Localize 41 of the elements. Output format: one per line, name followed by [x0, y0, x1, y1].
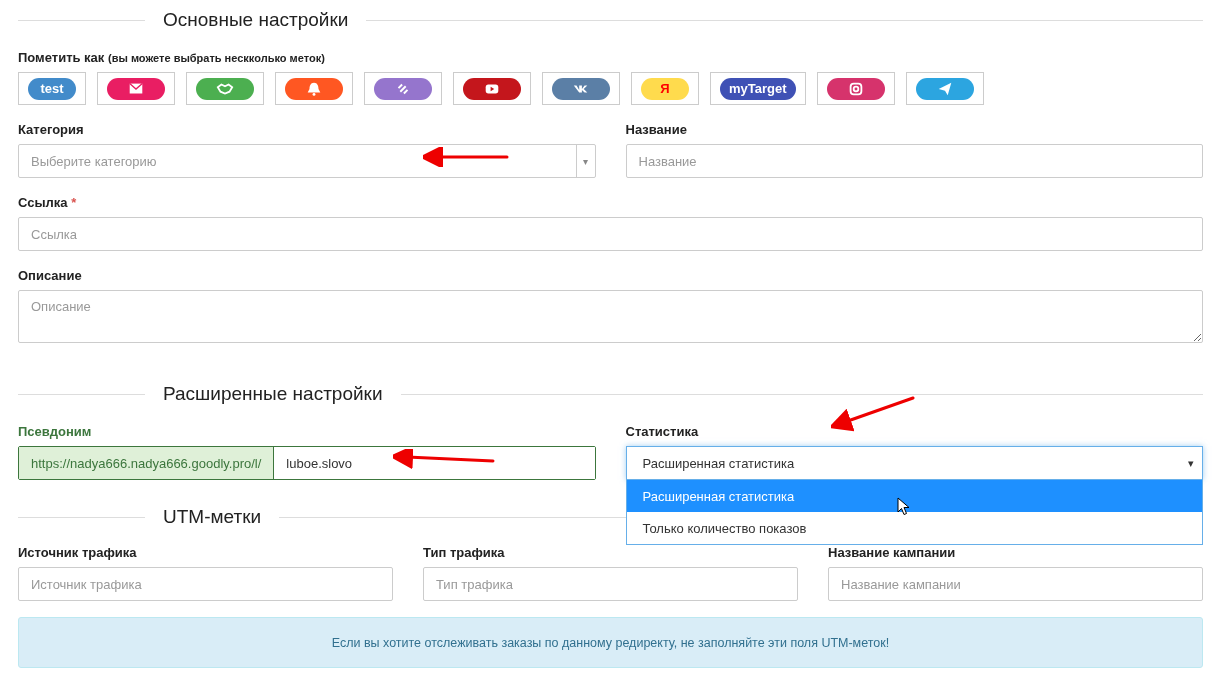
field-label: Тип трафика — [423, 545, 506, 560]
section-title: Расширенные настройки — [163, 383, 383, 405]
tag-option[interactable] — [97, 72, 175, 105]
dropdown-option[interactable]: Только количество показов — [626, 512, 1202, 544]
field-label: Категория — [18, 122, 85, 137]
cursor-icon — [896, 497, 910, 516]
tag-option[interactable]: test — [18, 72, 86, 105]
utm-field[interactable]: Название кампании — [828, 567, 1203, 601]
tag-option[interactable] — [542, 72, 620, 105]
url-prefix: https://nadya666.nadya666.goodly.pro/l/ — [19, 447, 275, 479]
field-label: Название кампании — [828, 545, 957, 560]
field-label: Описание — [18, 268, 83, 283]
field-label: Пометить как — [18, 50, 105, 65]
field-label: Источник трафика — [18, 545, 138, 560]
required-mark: * — [71, 195, 77, 210]
statistics-select[interactable]: Расширенная статистика ▾ — [625, 446, 1203, 480]
utm-field[interactable]: Источник трафика — [18, 567, 393, 601]
field-label: Псевдоним — [18, 424, 93, 439]
hint-text: (вы можете выбрать нескколько меток) — [108, 52, 325, 64]
tag-option[interactable] — [905, 72, 984, 105]
tag-option[interactable] — [816, 72, 895, 105]
field-label: Статистика — [625, 424, 700, 439]
tag-option[interactable] — [186, 72, 264, 105]
tag-pill: myTarget — [720, 77, 796, 100]
field-label: Название — [625, 122, 688, 137]
tag-option[interactable] — [275, 72, 353, 105]
description-field[interactable]: Описание — [18, 290, 1203, 343]
info-notice: Если вы хотите отслеживать заказы по данному редиректу, не заполняйте эти поля UTM-меток! — [18, 617, 1203, 668]
field-label: Ссылка — [18, 195, 68, 210]
alias-field[interactable]: https://nadya666.nadya666.goodly.pro/l/ luboe.slovo — [18, 446, 596, 480]
name-field[interactable]: Название — [625, 144, 1203, 178]
tag-pill: Я — [641, 77, 689, 100]
tag-pill: test — [28, 77, 76, 100]
category-select[interactable]: Выберите категорию ▾ — [18, 144, 596, 178]
tag-option[interactable] — [364, 72, 442, 105]
utm-field[interactable]: Тип трафика — [423, 567, 798, 601]
link-field[interactable]: Ссылка — [18, 217, 1203, 251]
section-title: Основные настройки — [163, 9, 349, 31]
tag-option[interactable]: myTarget — [710, 72, 806, 105]
section-title: UTM-метки — [163, 506, 262, 528]
tag-option[interactable] — [453, 72, 531, 105]
